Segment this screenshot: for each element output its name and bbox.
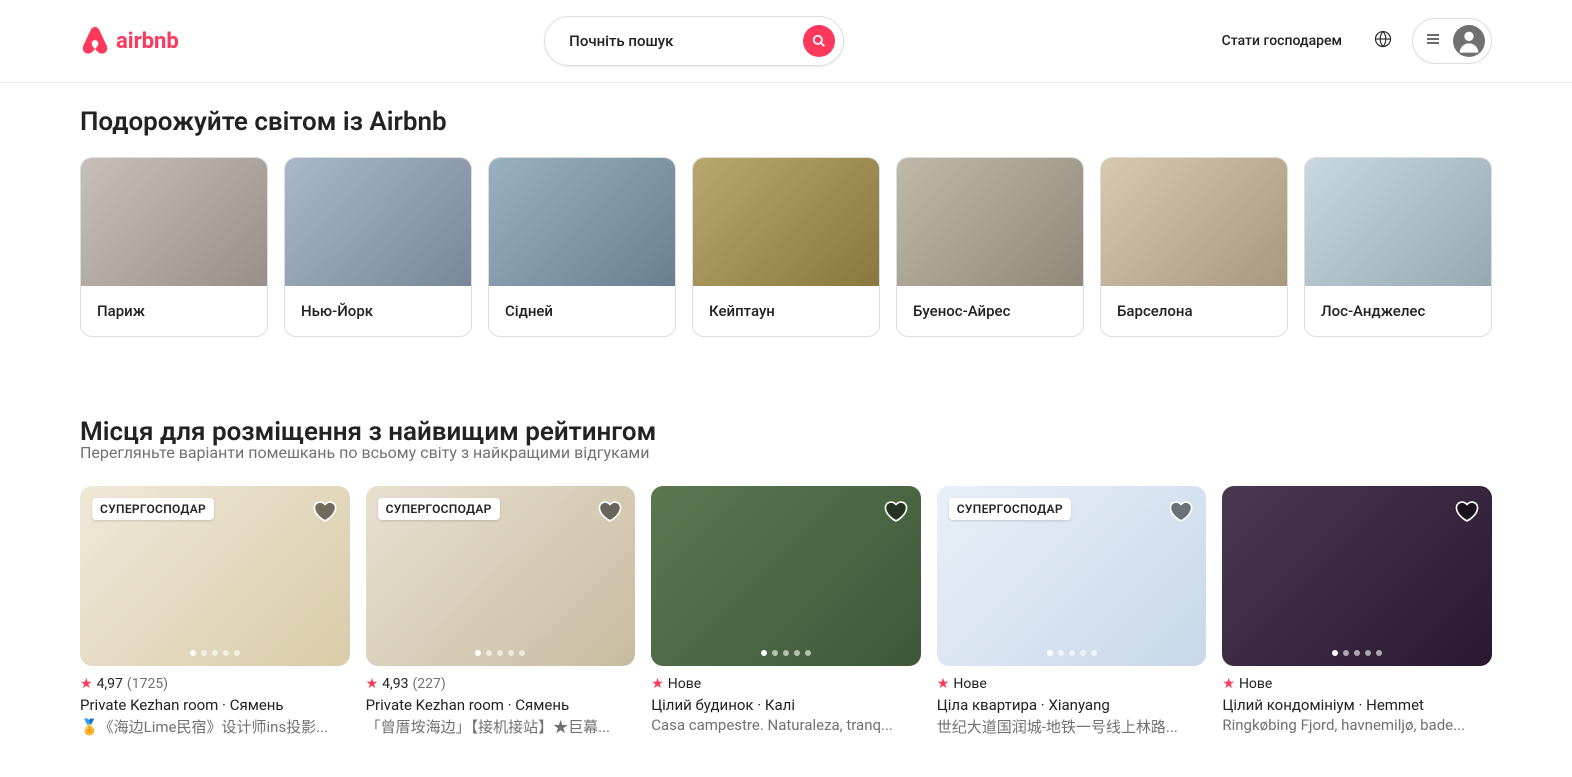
rating-row: ★4,93 (227): [366, 676, 636, 692]
listing-card[interactable]: СУПЕРГОСПОДАР ★Нове Ціла квартира · Xian…: [937, 486, 1207, 737]
search-icon: [812, 34, 826, 48]
airbnb-logo-icon: [80, 25, 110, 57]
heart-icon: [1454, 498, 1480, 524]
carousel-dots: [761, 650, 811, 656]
listing-card[interactable]: ★Нове Цілий кондомініум · Hemmet Ringkøb…: [1222, 486, 1492, 737]
destination-label: Лос-Анджелес: [1305, 286, 1491, 336]
wishlist-button[interactable]: [1454, 498, 1480, 528]
listings-subtitle: Перегляньте варіанти помешкань по всьому…: [80, 443, 1492, 462]
wishlist-button[interactable]: [312, 498, 338, 528]
star-icon: ★: [651, 676, 664, 692]
wishlist-button[interactable]: [1168, 498, 1194, 528]
listing-name: 世纪大道国润城-地铁一号线上林路...: [937, 716, 1207, 737]
destination-label: Париж: [81, 286, 267, 336]
destination-image: [489, 158, 675, 286]
wishlist-button[interactable]: [597, 498, 623, 528]
rating-row: ★Нове: [937, 676, 1207, 692]
main-content: Подорожуйте світом із Airbnb Париж Нью-Й…: [0, 83, 1572, 777]
star-icon: ★: [80, 676, 93, 692]
rating-count: (227): [413, 676, 446, 692]
heart-icon: [597, 498, 623, 524]
heart-icon: [1168, 498, 1194, 524]
star-icon: ★: [1222, 676, 1235, 692]
menu-icon: [1425, 31, 1441, 51]
listing-type: Private Kezhan room · Сямень: [80, 696, 350, 714]
carousel-dots: [1047, 650, 1097, 656]
new-label: Нове: [953, 676, 986, 692]
listing-type: Цілий будинок · Калі: [651, 696, 921, 714]
superhost-badge: СУПЕРГОСПОДАР: [949, 498, 1071, 520]
become-host-link[interactable]: Стати господарем: [1210, 21, 1354, 61]
header: airbnb Почніть пошук Стати господарем: [0, 0, 1572, 83]
destination-label: Буенос-Айрес: [897, 286, 1083, 336]
globe-icon: [1374, 30, 1392, 48]
listing-image: СУПЕРГОСПОДАР: [937, 486, 1207, 666]
listing-image: [1222, 486, 1492, 666]
destination-image: [285, 158, 471, 286]
rating-row: ★Нове: [1222, 676, 1492, 692]
destination-card[interactable]: Кейптаун: [692, 157, 880, 337]
listing-card[interactable]: ★Нове Цілий будинок · Калі Casa campestr…: [651, 486, 921, 737]
destination-card[interactable]: Буенос-Айрес: [896, 157, 1084, 337]
heart-icon: [883, 498, 909, 524]
listings-row: СУПЕРГОСПОДАР ★4,97(1725) Private Kezhan…: [80, 486, 1492, 737]
destinations-row: Париж Нью-Йорк Сідней Кейптаун Буенос-Ай…: [80, 157, 1492, 337]
carousel-dots: [1332, 650, 1382, 656]
superhost-badge: СУПЕРГОСПОДАР: [378, 498, 500, 520]
listing-card[interactable]: СУПЕРГОСПОДАР ★4,93 (227) Private Kezhan …: [366, 486, 636, 737]
listing-name: Casa campestre. Naturaleza, tranq...: [651, 716, 921, 734]
destinations-title: Подорожуйте світом із Airbnb: [80, 107, 1492, 137]
heart-icon: [312, 498, 338, 524]
listing-type: Private Kezhan room · Сямень: [366, 696, 636, 714]
destination-label: Кейптаун: [693, 286, 879, 336]
destination-image: [81, 158, 267, 286]
destination-label: Нью-Йорк: [285, 286, 471, 336]
star-icon: ★: [937, 676, 950, 692]
star-icon: ★: [366, 676, 379, 692]
destination-card[interactable]: Париж: [80, 157, 268, 337]
new-label: Нове: [668, 676, 701, 692]
destination-card[interactable]: Барселона: [1100, 157, 1288, 337]
carousel-dots: [475, 650, 525, 656]
destination-image: [897, 158, 1083, 286]
listing-type: Ціла квартира · Xianyang: [937, 696, 1207, 714]
listing-name: 「曾厝垵海边」【接机接站】★巨幕...: [366, 716, 636, 737]
rating-value: 4,93: [382, 676, 408, 692]
superhost-badge: СУПЕРГОСПОДАР: [92, 498, 214, 520]
rating-row: ★4,97(1725): [80, 676, 350, 692]
destination-label: Сідней: [489, 286, 675, 336]
rating-count: (1725): [127, 676, 168, 692]
wishlist-button[interactable]: [883, 498, 909, 528]
listing-name: Ringkøbing Fjord, havnemiljø, bade...: [1222, 716, 1492, 734]
user-menu[interactable]: [1412, 18, 1492, 64]
logo-text: airbnb: [116, 29, 179, 54]
destination-card[interactable]: Нью-Йорк: [284, 157, 472, 337]
listing-image: [651, 486, 921, 666]
destination-image: [1305, 158, 1491, 286]
destination-card[interactable]: Сідней: [488, 157, 676, 337]
rating-value: 4,97: [97, 676, 123, 692]
search-placeholder: Почніть пошук: [569, 32, 803, 50]
listing-name: 🏅《海边Lime民宿》设计师ins投影...: [80, 716, 350, 737]
carousel-dots: [190, 650, 240, 656]
listing-image: СУПЕРГОСПОДАР: [80, 486, 350, 666]
destination-image: [693, 158, 879, 286]
destination-card[interactable]: Лос-Анджелес: [1304, 157, 1492, 337]
avatar: [1453, 25, 1485, 57]
destination-image: [1101, 158, 1287, 286]
destination-label: Барселона: [1101, 286, 1287, 336]
header-right: Стати господарем: [1210, 18, 1492, 64]
language-button[interactable]: [1362, 18, 1404, 64]
new-label: Нове: [1239, 676, 1272, 692]
logo[interactable]: airbnb: [80, 25, 179, 57]
rating-row: ★Нове: [651, 676, 921, 692]
listing-type: Цілий кондомініум · Hemmet: [1222, 696, 1492, 714]
search-bar[interactable]: Почніть пошук: [544, 16, 844, 66]
listing-card[interactable]: СУПЕРГОСПОДАР ★4,97(1725) Private Kezhan…: [80, 486, 350, 737]
listing-image: СУПЕРГОСПОДАР: [366, 486, 636, 666]
search-button[interactable]: [803, 25, 835, 57]
